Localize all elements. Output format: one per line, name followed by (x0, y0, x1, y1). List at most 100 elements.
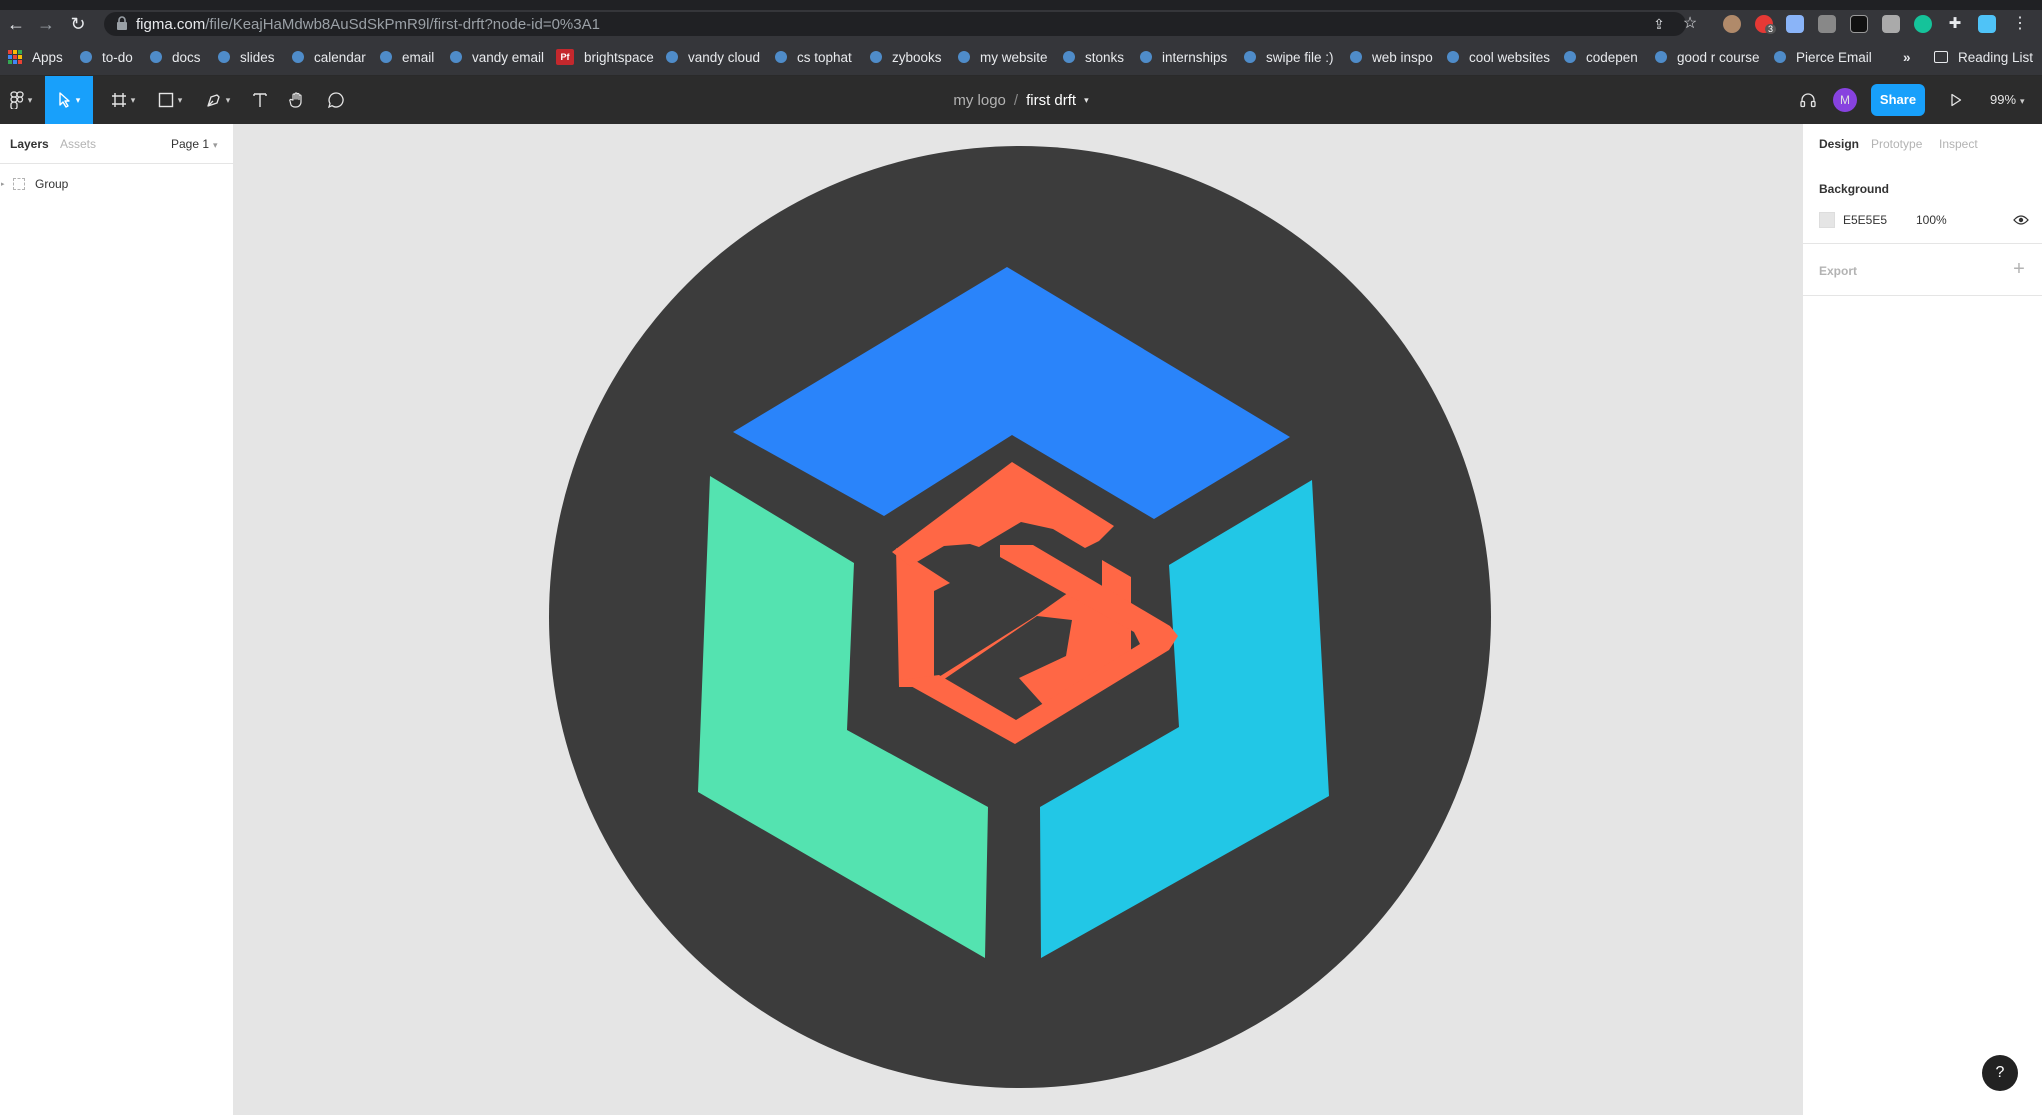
bookmark-favicon (80, 51, 92, 63)
add-export-button[interactable]: + (2011, 258, 2027, 281)
grammarly-icon[interactable] (1914, 15, 1932, 33)
bookmark-favicon (1447, 51, 1459, 63)
bookmark-favicon (1063, 51, 1075, 63)
comment-tool-button[interactable] (322, 76, 350, 124)
export-section: Export + (1803, 244, 2042, 296)
shape-tool-button[interactable]: ▾ (150, 76, 190, 124)
back-icon[interactable]: ← (4, 12, 28, 36)
bookmark-item[interactable]: zybooks (870, 49, 942, 65)
bookmark-favicon (218, 51, 230, 63)
chevron-down-icon: ▾ (2020, 96, 2025, 106)
avatar[interactable]: M (1833, 88, 1857, 112)
expand-arrow-icon[interactable]: ▸ (0, 180, 10, 188)
bookmark-item[interactable]: web inspo (1350, 49, 1433, 65)
extension-icon[interactable] (1850, 15, 1868, 33)
layer-item[interactable]: ▸ Group (0, 172, 233, 196)
chevron-down-icon: ▾ (75, 94, 81, 105)
layers-panel: Layers Assets Page 1 ▾ ▸ Group (0, 124, 234, 1115)
share-button[interactable]: Share (1871, 84, 1925, 116)
bookmark-item[interactable]: internships (1140, 49, 1227, 65)
puzzle-icon[interactable]: ✚ (1943, 12, 1967, 36)
cursor-icon (59, 92, 70, 108)
left-panel-tabs: Layers Assets Page 1 ▾ (0, 124, 233, 164)
logo-artwork[interactable] (234, 124, 1802, 1115)
bookmark-item[interactable]: email (380, 49, 434, 65)
page-selector[interactable]: Page 1 ▾ (171, 137, 218, 151)
bookmark-item[interactable]: vandy email (450, 49, 544, 65)
chevron-down-icon: ▾ (177, 94, 183, 105)
bookmark-favicon (666, 51, 678, 63)
bookmarks-bar: Apps to-do docs slides calendar email va… (0, 38, 2042, 76)
tab-assets[interactable]: Assets (60, 137, 96, 151)
hand-icon (289, 92, 302, 108)
bookmark-favicon (380, 51, 392, 63)
address-bar[interactable]: figma.com/file/KeajHaMdwb8AuSdSkPmR9l/fi… (104, 12, 1686, 36)
reload-icon[interactable]: ↻ (66, 12, 90, 36)
background-opacity-input[interactable]: 100% (1916, 213, 1947, 227)
bookmark-item[interactable]: cs tophat (775, 49, 852, 65)
bookmark-favicon (450, 51, 462, 63)
zoom-dropdown[interactable]: 99% ▾ (1990, 76, 2025, 124)
reading-list-button[interactable]: Reading List (1934, 49, 2033, 65)
bookmark-item[interactable]: to-do (80, 49, 133, 65)
bookmark-item[interactable]: codepen (1564, 49, 1638, 65)
bookmark-item[interactable]: cool websites (1447, 49, 1550, 65)
bookmark-favicon (1244, 51, 1256, 63)
bookmark-item[interactable]: my website (958, 49, 1048, 65)
tab-layers[interactable]: Layers (10, 137, 49, 151)
bookmark-apps[interactable]: Apps (8, 49, 63, 65)
hand-tool-button[interactable] (283, 76, 311, 124)
help-button[interactable]: ? (1982, 1055, 2018, 1091)
comment-icon (327, 92, 344, 109)
extension-icon[interactable] (1723, 15, 1741, 33)
present-button[interactable] (1942, 76, 1970, 124)
frame-icon (111, 93, 126, 107)
project-name[interactable]: my logo (953, 92, 1006, 109)
figma-toolbar: ▾ ▾ ▾ ▾ ▾ my logo / first drft ▾ M Share… (0, 76, 2042, 124)
bookmark-star-icon[interactable]: ☆ (1678, 12, 1702, 36)
docs-extension-icon[interactable] (1786, 15, 1804, 33)
background-hex-input[interactable]: E5E5E5 (1843, 213, 1887, 227)
brightspace-icon: Pf (556, 49, 574, 65)
eye-icon[interactable] (2013, 213, 2029, 227)
kebab-menu-icon[interactable]: ⋮ (2008, 12, 2032, 36)
bookmark-item[interactable]: docs (150, 49, 201, 65)
bookmark-item[interactable]: swipe file :) (1244, 49, 1334, 65)
share-page-icon[interactable]: ⇪ (1647, 12, 1671, 36)
text-icon (253, 93, 267, 107)
file-name[interactable]: first drft (1026, 92, 1076, 109)
audio-button[interactable] (1794, 76, 1822, 124)
forward-icon[interactable]: → (34, 12, 58, 36)
group-icon (13, 178, 25, 190)
bookmark-item[interactable]: calendar (292, 49, 366, 65)
export-title: Export (1819, 264, 1858, 278)
background-title: Background (1819, 182, 1890, 196)
main-menu-button[interactable]: ▾ (4, 76, 38, 124)
bookmark-item[interactable]: slides (218, 49, 275, 65)
frame-tool-button[interactable]: ▾ (103, 76, 143, 124)
text-tool-button[interactable] (246, 76, 274, 124)
bookmark-item[interactable]: Pierce Email (1774, 49, 1872, 65)
pen-icon (207, 94, 220, 107)
bookmark-item[interactable]: vandy cloud (666, 49, 760, 65)
play-icon (1951, 93, 1962, 107)
background-section: Background E5E5E5 100% (1803, 124, 2042, 244)
bookmarks-overflow-button[interactable]: » (1903, 49, 1911, 65)
figma-logo-icon (10, 91, 24, 109)
move-tool-button[interactable]: ▾ (45, 76, 93, 124)
extension-icon[interactable] (1882, 15, 1900, 33)
rectangle-icon (158, 92, 173, 108)
profile-extension-icon[interactable] (1978, 15, 1996, 33)
background-color-swatch[interactable] (1819, 212, 1835, 228)
title-separator: / (1013, 91, 1019, 109)
chevron-down-icon[interactable]: ▾ (1084, 95, 1089, 106)
bookmark-item[interactable]: stonks (1063, 49, 1124, 65)
canvas[interactable] (234, 124, 1802, 1115)
bookmark-item[interactable]: Pf brightspace (556, 49, 654, 65)
chevron-down-icon: ▾ (27, 94, 33, 105)
pen-tool-button[interactable]: ▾ (198, 76, 238, 124)
bookmark-item[interactable]: good r course (1655, 49, 1760, 65)
reading-list-icon (1934, 51, 1948, 63)
extension-icon[interactable] (1818, 15, 1836, 33)
bookmark-favicon (870, 51, 882, 63)
